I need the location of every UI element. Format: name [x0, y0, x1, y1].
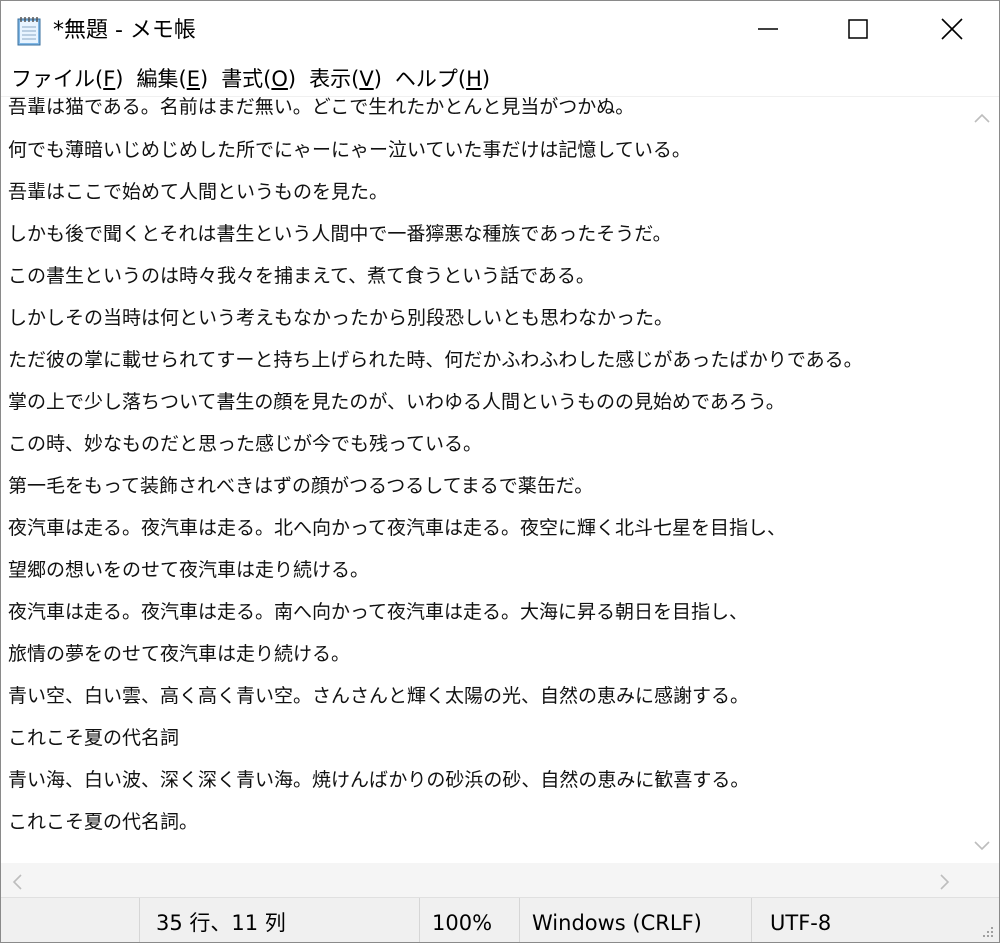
scroll-down-icon[interactable]	[973, 837, 991, 856]
menu-bar: ファイル(F) 編集(E) 書式(O) 表示(V) ヘルプ(H)	[1, 61, 999, 97]
text-line: 吾輩はここで始めて人間というものを見た。	[8, 181, 389, 203]
text-editor[interactable]: 吾輩は猫である。名前はまだ無い。どこで生れたかとんと見当がつかぬ。 何でも薄暗い…	[1, 97, 965, 863]
text-line: 夜汽車は走る。夜汽車は走る。南へ向かって夜汽車は走る。大海に昇る朝日を目指し、	[8, 601, 749, 623]
text-line: 青い海、白い波、深く深く青い海。焼けんばかりの砂浜の砂、自然の恵みに歓喜する。	[8, 769, 750, 791]
horizontal-scrollbar[interactable]	[1, 863, 965, 897]
notepad-icon	[15, 15, 45, 47]
vertical-scrollbar[interactable]	[965, 97, 999, 863]
menu-help[interactable]: ヘルプ(H)	[393, 61, 495, 97]
zoom-level: 100%	[419, 898, 519, 942]
menu-view[interactable]: 表示(V)	[307, 61, 387, 97]
encoding: UTF-8	[751, 898, 971, 942]
minimize-icon	[757, 18, 779, 44]
text-line: 夜汽車は走る。夜汽車は走る。北へ向かって夜汽車は走る。夜空に輝く北斗七星を目指し…	[8, 517, 787, 539]
text-line: 吾輩は猫である。名前はまだ無い。どこで生れたかとんと見当がつかぬ。	[8, 97, 635, 118]
scrollbar-corner	[965, 863, 999, 897]
text-line: しかしその当時は何という考えもなかったから別段恐しいとも思わなかった。	[8, 307, 674, 329]
text-line: 第一毛をもって装飾されべきはずの顔がつるつるしてまるで薬缶だ。	[8, 475, 594, 497]
text-line: しかも後で聞くとそれは書生という人間中で一番獰悪な種族であったそうだ。	[8, 223, 672, 245]
scroll-left-icon[interactable]	[11, 873, 23, 895]
text-line: 旅情の夢をのせて夜汽車は走り続ける。	[8, 643, 351, 665]
text-line: これこそ夏の代名詞。	[8, 811, 199, 833]
text-line: これこそ夏の代名詞	[8, 727, 180, 749]
status-bar: 35 行、11 列 100% Windows (CRLF) UTF-8	[1, 897, 999, 942]
cursor-position: 35 行、11 列	[139, 898, 419, 942]
text-line: ただ彼の掌に載せられてすーと持ち上げられた時、何だかふわふわした感じがあったばか…	[8, 349, 863, 371]
text-line: 望郷の想いをのせて夜汽車は走り続ける。	[8, 559, 370, 581]
menu-format[interactable]: 書式(O)	[219, 61, 301, 97]
text-line: 青い空、白い雲、高く高く青い空。さんさんと輝く太陽の光、自然の恵みに感謝する。	[8, 685, 750, 707]
text-line: この書生というのは時々我々を捕まえて、煮て食うという話である。	[8, 265, 595, 287]
text-line: この時、妙なものだと思った感じが今でも残っている。	[8, 433, 483, 455]
resize-grip-icon[interactable]	[979, 923, 995, 939]
menu-edit[interactable]: 編集(E)	[135, 61, 214, 97]
close-icon	[940, 17, 964, 45]
minimize-button[interactable]	[721, 1, 815, 61]
window-title: *無題 - メモ帳	[53, 18, 196, 43]
text-line: 掌の上で少し落ちついて書生の顔を見たのが、いわゆる人間というものの見始めであろう…	[8, 391, 785, 413]
scroll-right-icon[interactable]	[939, 873, 951, 895]
maximize-button[interactable]	[811, 1, 905, 61]
close-button[interactable]	[905, 1, 999, 61]
text-line: 何でも薄暗いじめじめした所でにゃーにゃー泣いていた事だけは記憶している。	[8, 139, 691, 161]
menu-file[interactable]: ファイル(F)	[9, 61, 129, 97]
notepad-window: *無題 - メモ帳 ファイル(F) 編集(E) 書式(O) 表示(V) ヘルプ(…	[0, 0, 1000, 943]
title-bar[interactable]: *無題 - メモ帳	[1, 1, 999, 61]
scroll-up-icon[interactable]	[973, 109, 991, 128]
line-ending: Windows (CRLF)	[519, 898, 751, 942]
maximize-icon	[847, 18, 869, 44]
